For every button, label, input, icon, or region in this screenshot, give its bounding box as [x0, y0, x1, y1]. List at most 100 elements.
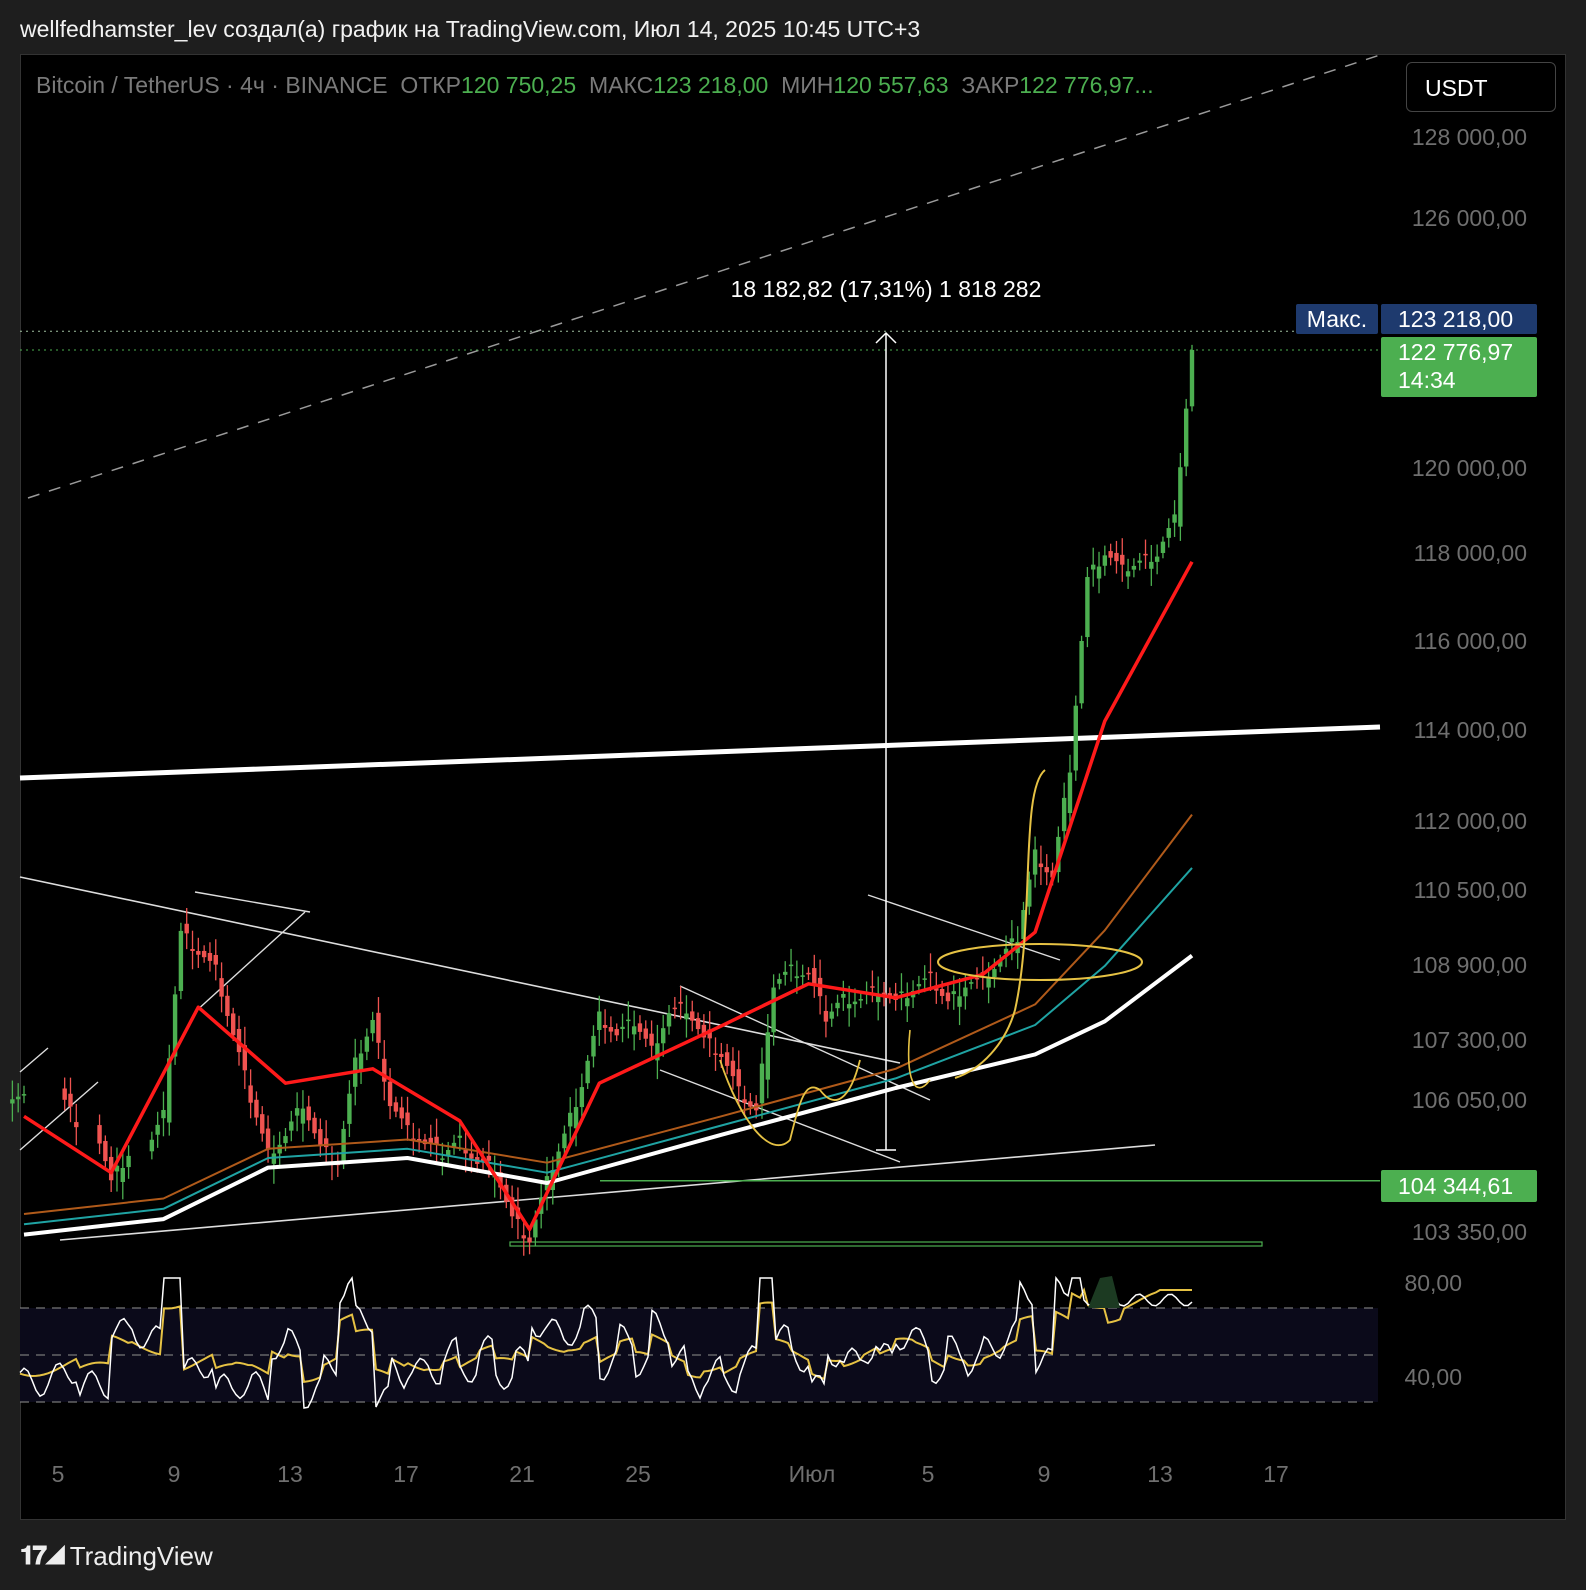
y-tick-label: 108 900,00 — [1412, 952, 1527, 978]
candle-body — [1183, 408, 1189, 467]
x-tick-label: 25 — [625, 1461, 651, 1487]
candle-body — [126, 1155, 131, 1168]
measure-label: 18 182,82 (17,31%) 1 818 282 — [731, 276, 1042, 302]
candle-body — [393, 1102, 399, 1112]
candle-body — [690, 1011, 695, 1021]
candle-body — [68, 1093, 73, 1107]
candle-body — [579, 1087, 585, 1108]
candle-body — [434, 1136, 439, 1145]
candle-body — [521, 1235, 526, 1239]
ema-fast-line — [23, 560, 1194, 1232]
candle-body — [1154, 556, 1160, 562]
candle-body — [196, 951, 201, 955]
resistance-line — [19, 724, 1381, 781]
candle-body — [219, 978, 224, 997]
candle-body — [992, 969, 997, 978]
candle-body — [742, 1099, 747, 1103]
candle-body — [899, 991, 904, 993]
candle-body — [178, 930, 184, 992]
candle-body — [62, 1088, 67, 1100]
chart-canvas[interactable]: 128 000,00 126 000,00 120 000,00 118 000,00… — [0, 0, 1586, 1590]
candle-body — [387, 1081, 393, 1107]
candle-body — [1091, 564, 1096, 570]
candle-body — [1108, 551, 1113, 558]
candle-body — [835, 1002, 840, 1009]
candle-body — [207, 952, 213, 961]
candle-body — [149, 1139, 155, 1152]
candle-body — [1009, 938, 1015, 942]
candle-body — [829, 1011, 834, 1019]
candle-body — [1189, 349, 1195, 407]
candle-body — [155, 1124, 160, 1135]
candle-body — [730, 1060, 736, 1077]
candle-body — [358, 1053, 364, 1071]
candle-body — [405, 1112, 410, 1126]
symbol-legend: Bitcoin / TetherUS · 4ч · BINANCE ОТКР12… — [36, 72, 1154, 99]
x-tick-label: 5 — [52, 1461, 65, 1487]
candle-body — [1114, 552, 1119, 562]
y-tick-label: 126 000,00 — [1412, 205, 1527, 231]
candle-body — [568, 1112, 573, 1127]
flag-line-3 — [19, 1047, 49, 1073]
candle-body — [905, 998, 910, 1007]
candle-body — [974, 977, 980, 980]
candle-body — [928, 971, 933, 974]
candle-body — [771, 987, 776, 1033]
candle-body — [1120, 554, 1125, 565]
candle-body — [370, 1019, 375, 1034]
candle-body — [1038, 863, 1044, 868]
candle-body — [1085, 577, 1090, 638]
highlight-ellipse — [937, 943, 1143, 981]
y-tick-label: 118 000,00 — [1414, 540, 1527, 566]
low-value: 120 557,63 — [833, 72, 949, 98]
candle-body — [201, 950, 207, 958]
max-label-text: Макс. — [1307, 306, 1367, 332]
y-tick-label: 116 000,00 — [1414, 628, 1527, 654]
max-price-text: 123 218,00 — [1398, 306, 1513, 332]
candle-body — [951, 991, 956, 995]
candle-body — [399, 1107, 404, 1119]
candle-body — [597, 1011, 602, 1030]
footer-brand[interactable]: 𝟏𝟕◢ TradingView — [20, 1540, 213, 1572]
candle-body — [678, 1001, 683, 1004]
candle-body — [957, 996, 962, 1007]
candle-body — [10, 1099, 15, 1104]
candle-body — [823, 1010, 829, 1022]
candle-body — [945, 992, 951, 1002]
candle-body — [463, 1149, 468, 1154]
candle-body — [631, 1026, 637, 1035]
support-zone-box — [509, 1241, 1263, 1247]
flag-line-1 — [194, 891, 311, 913]
channel-line-lower — [59, 1144, 1156, 1241]
candle-body — [1131, 565, 1137, 570]
candle-body — [161, 1109, 166, 1119]
candle-body — [1067, 772, 1073, 814]
tradingview-logo-icon: 𝟏𝟕◢ — [20, 1540, 66, 1570]
candle-body — [486, 1155, 492, 1161]
x-tick-label: 13 — [277, 1461, 303, 1487]
candle-body — [661, 1028, 666, 1044]
candle-body — [1143, 553, 1148, 556]
current-price-text: 122 776,97 — [1398, 339, 1513, 365]
high-value: 123 218,00 — [653, 72, 769, 98]
candle-body — [213, 955, 218, 965]
candle-body — [1044, 867, 1049, 873]
candle-body — [939, 988, 945, 996]
candle-body — [1149, 561, 1154, 569]
candle-body — [527, 1237, 532, 1243]
candle-body — [184, 923, 189, 934]
open-label: ОТКР — [400, 72, 462, 98]
candle-body — [602, 1025, 608, 1028]
x-tick-label: 21 — [509, 1461, 535, 1487]
close-value: 122 776,97... — [1019, 72, 1154, 98]
y-tick-label: 120 000,00 — [1412, 455, 1527, 481]
candle-body — [300, 1108, 306, 1124]
rsi-overbought-fill — [1088, 1276, 1120, 1308]
candle-body — [312, 1117, 317, 1134]
candle-body — [719, 1053, 724, 1057]
candle-body — [364, 1036, 370, 1052]
candle-body — [649, 1033, 654, 1046]
candle-body — [21, 1094, 27, 1096]
candle-body — [1102, 555, 1108, 566]
currency-button[interactable]: USDT — [1406, 62, 1556, 112]
